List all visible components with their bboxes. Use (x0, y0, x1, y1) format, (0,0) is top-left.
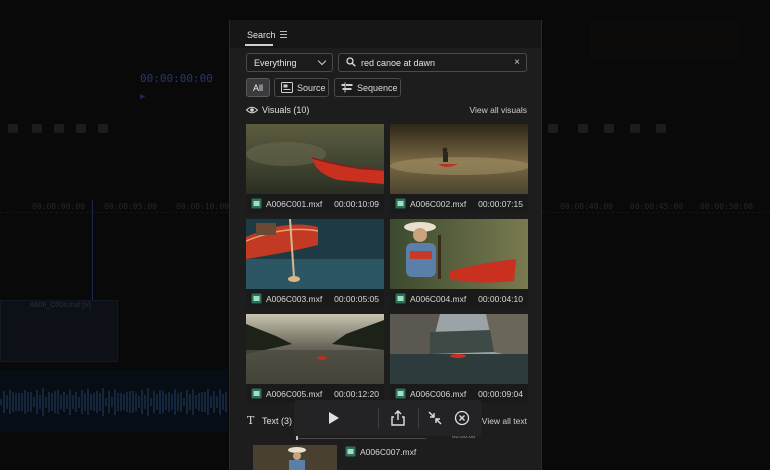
search-panel: Search Everything × All Source (229, 20, 542, 470)
view-all-text-link[interactable]: View all text (482, 416, 527, 426)
tab-search[interactable]: Search (247, 30, 276, 40)
search-scope-dropdown[interactable]: Everything (246, 53, 333, 72)
close-circle-icon[interactable] (451, 407, 473, 429)
clip-thumbnail (246, 124, 384, 194)
search-icon (346, 57, 356, 67)
video-clip-icon (345, 446, 356, 457)
video-clip-icon (395, 198, 406, 209)
clip-thumbnail (390, 219, 528, 289)
video-clip-icon (251, 198, 262, 209)
eye-icon[interactable] (246, 106, 258, 114)
clip-meta-bar: A006C003.mxf 00:00:05:05 (246, 289, 384, 308)
video-clip-icon (395, 388, 406, 399)
clip-name: A006C003.mxf (266, 294, 323, 304)
text-type-icon: T (247, 414, 255, 427)
search-scope-value: Everything (254, 58, 297, 68)
filter-sequence-label: Sequence (357, 83, 398, 93)
sequence-icon (341, 82, 353, 93)
clip-name: A006C005.mxf (266, 389, 323, 399)
clip-thumbnail (246, 314, 384, 384)
filter-all-button[interactable]: All (246, 78, 270, 97)
hamburger-menu-icon[interactable] (280, 31, 287, 40)
clip-duration: 00:00:04:10 (478, 294, 523, 304)
text-result-clip-name: A006C007.mxf (360, 447, 417, 457)
clip-duration: 00:00:10:09 (334, 199, 379, 209)
visuals-section-header: Visuals (10) View all visuals (246, 104, 527, 118)
clip-result-card[interactable]: A006C002.mxf 00:00:07:15 (390, 124, 528, 213)
text-result-row[interactable]: 00:00:00 A006C007.mxf (246, 434, 527, 470)
clip-meta-bar: A006C001.mxf 00:00:10:09 (246, 194, 384, 213)
video-clip-icon (395, 293, 406, 304)
clip-thumbnail (390, 314, 528, 384)
clip-result-card[interactable]: A006C003.mxf 00:00:05:05 (246, 219, 384, 308)
clip-name: A006C006.mxf (410, 389, 467, 399)
search-box[interactable]: × (338, 53, 527, 72)
clip-thumbnail (246, 219, 384, 289)
floating-action-toolbar (294, 400, 482, 436)
clear-search-button[interactable]: × (514, 56, 520, 69)
chevron-down-icon (317, 56, 327, 66)
clip-result-card[interactable]: A006C001.mxf 00:00:10:09 (246, 124, 384, 213)
filter-sequence-button[interactable]: Sequence (334, 78, 401, 97)
video-clip-icon (251, 293, 262, 304)
tab-search-underline (245, 44, 273, 46)
panel-tab-bar: Search (230, 20, 541, 48)
clip-meta-bar: A006C002.mxf 00:00:07:15 (390, 194, 528, 213)
text-result-thumbnail (253, 445, 337, 470)
toolbar-separator (378, 408, 379, 428)
filter-source-label: Source (297, 83, 326, 93)
source-icon (281, 82, 293, 93)
clip-result-card[interactable]: A006C006.mxf 00:00:09:04 (390, 314, 528, 403)
share-export-icon[interactable] (387, 407, 409, 429)
visuals-title: Visuals (10) (262, 105, 310, 115)
clip-duration: 00:00:09:04 (478, 389, 523, 399)
text-result-scrub-handle[interactable] (296, 436, 298, 440)
video-clip-icon (251, 388, 262, 399)
search-input[interactable] (361, 57, 509, 69)
filter-all-label: All (253, 83, 264, 93)
text-result-scrubber[interactable] (296, 438, 426, 439)
clip-duration: 00:00:05:05 (334, 294, 379, 304)
view-all-visuals-link[interactable]: View all visuals (470, 105, 527, 115)
toolbar-separator (418, 408, 419, 428)
clip-duration: 00:00:07:15 (478, 199, 523, 209)
collapse-icon[interactable] (424, 407, 446, 429)
clip-meta-bar: A006C004.mxf 00:00:04:10 (390, 289, 528, 308)
clip-thumbnail (390, 124, 528, 194)
clip-result-card[interactable]: A006C005.mxf 00:00:12:20 (246, 314, 384, 403)
text-title: Text (3) (262, 416, 293, 426)
filter-source-button[interactable]: Source (274, 78, 329, 97)
clip-result-card[interactable]: A006C004.mxf 00:00:04:10 (390, 219, 528, 308)
clip-name: A006C002.mxf (410, 199, 467, 209)
clip-name: A006C004.mxf (410, 294, 467, 304)
clip-name: A006C001.mxf (266, 199, 323, 209)
play-icon[interactable] (322, 407, 344, 429)
clip-duration: 00:00:12:20 (334, 389, 379, 399)
